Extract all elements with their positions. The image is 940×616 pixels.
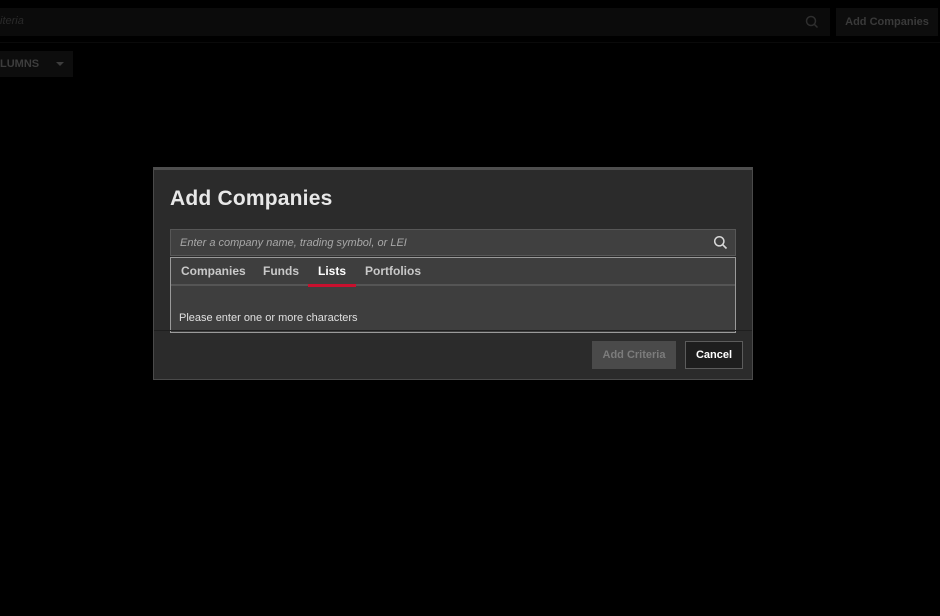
result-type-tabs: Companies Funds Lists Portfolios (171, 258, 735, 287)
tab-funds[interactable]: Funds (263, 258, 299, 286)
search-icon (805, 15, 819, 29)
search-results-panel: Companies Funds Lists Portfolios Please … (170, 257, 736, 333)
background-columns-label: LUMNS (0, 58, 40, 70)
background-add-companies-button: Add Companies (836, 8, 938, 36)
add-criteria-button[interactable]: Add Criteria (592, 341, 676, 369)
cancel-button[interactable]: Cancel (685, 341, 743, 369)
search-icon[interactable] (713, 235, 728, 250)
background-divider (0, 42, 940, 43)
tab-lists[interactable]: Lists (318, 258, 346, 286)
dialog-title: Add Companies (170, 187, 333, 210)
add-companies-dialog: Add Companies Companies Funds Lists Port… (153, 167, 753, 380)
company-search-input[interactable] (171, 230, 701, 255)
background-columns-button: LUMNS (0, 51, 73, 77)
active-tab-indicator (308, 284, 356, 287)
company-search-box (170, 229, 736, 256)
background-search-placeholder: iteria (0, 15, 24, 27)
empty-results-message: Please enter one or more characters (179, 312, 358, 324)
background-search-bar: iteria (0, 8, 830, 36)
tab-portfolios[interactable]: Portfolios (365, 258, 421, 286)
tab-companies[interactable]: Companies (181, 258, 246, 286)
chevron-down-icon (56, 62, 64, 66)
footer-divider (154, 330, 752, 331)
